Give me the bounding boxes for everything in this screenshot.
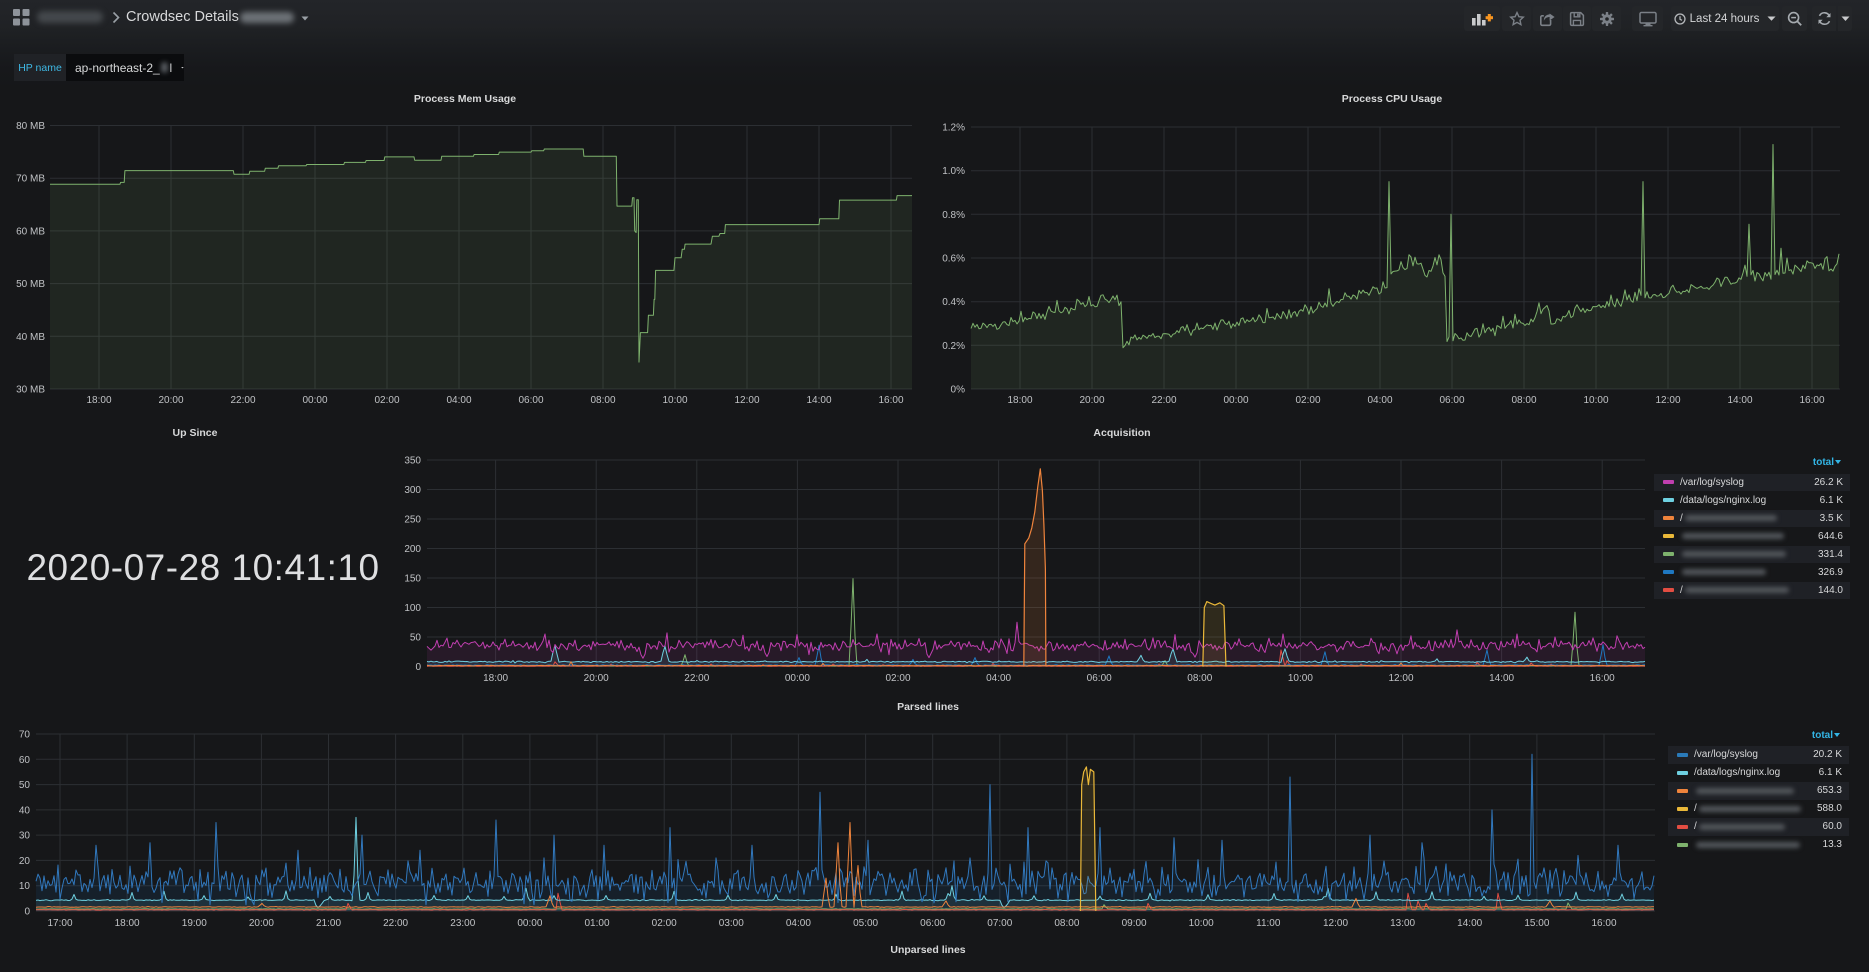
svg-text:04:00: 04:00: [786, 918, 811, 929]
svg-text:16:00: 16:00: [878, 395, 903, 406]
svg-text:250: 250: [404, 515, 421, 526]
svg-text:08:00: 08:00: [1054, 918, 1079, 929]
svg-text:0.6%: 0.6%: [942, 254, 965, 265]
svg-text:00:00: 00:00: [302, 395, 327, 406]
svg-text:12:00: 12:00: [1388, 673, 1413, 684]
svg-text:22:00: 22:00: [383, 918, 408, 929]
svg-text:19:00: 19:00: [182, 918, 207, 929]
svg-text:10:00: 10:00: [1288, 673, 1313, 684]
svg-text:00:00: 00:00: [517, 918, 542, 929]
svg-text:70: 70: [19, 730, 31, 741]
svg-text:20: 20: [19, 856, 31, 867]
svg-text:00:00: 00:00: [1223, 395, 1248, 406]
svg-text:0.2%: 0.2%: [942, 341, 965, 352]
svg-text:22:00: 22:00: [230, 395, 255, 406]
svg-text:14:00: 14:00: [806, 395, 831, 406]
svg-text:12:00: 12:00: [734, 395, 759, 406]
svg-text:30 MB: 30 MB: [16, 385, 45, 396]
svg-text:12:00: 12:00: [1655, 395, 1680, 406]
svg-text:10:00: 10:00: [662, 395, 687, 406]
svg-text:18:00: 18:00: [86, 395, 111, 406]
svg-text:16:00: 16:00: [1590, 673, 1615, 684]
svg-text:06:00: 06:00: [1439, 395, 1464, 406]
svg-text:16:00: 16:00: [1799, 395, 1824, 406]
svg-text:02:00: 02:00: [1295, 395, 1320, 406]
svg-text:09:00: 09:00: [1122, 918, 1147, 929]
svg-text:200: 200: [404, 544, 421, 555]
svg-text:350: 350: [404, 456, 421, 467]
svg-text:10:00: 10:00: [1189, 918, 1214, 929]
svg-text:04:00: 04:00: [446, 395, 471, 406]
svg-text:18:00: 18:00: [483, 673, 508, 684]
svg-text:60 MB: 60 MB: [16, 226, 45, 237]
svg-text:1.2%: 1.2%: [942, 123, 965, 134]
svg-text:80 MB: 80 MB: [16, 121, 45, 132]
svg-text:0%: 0%: [951, 385, 966, 396]
svg-text:06:00: 06:00: [920, 918, 945, 929]
svg-text:03:00: 03:00: [719, 918, 744, 929]
svg-text:0: 0: [415, 662, 421, 673]
svg-text:13:00: 13:00: [1390, 918, 1415, 929]
svg-text:40: 40: [19, 805, 31, 816]
svg-text:14:00: 14:00: [1457, 918, 1482, 929]
svg-text:14:00: 14:00: [1727, 395, 1752, 406]
svg-text:10: 10: [19, 881, 31, 892]
svg-text:300: 300: [404, 485, 421, 496]
svg-text:10:00: 10:00: [1583, 395, 1608, 406]
svg-text:00:00: 00:00: [785, 673, 810, 684]
svg-text:18:00: 18:00: [115, 918, 140, 929]
svg-text:04:00: 04:00: [1367, 395, 1392, 406]
svg-text:0: 0: [24, 907, 30, 918]
svg-text:50: 50: [19, 780, 31, 791]
svg-text:20:00: 20:00: [584, 673, 609, 684]
svg-text:05:00: 05:00: [853, 918, 878, 929]
svg-text:22:00: 22:00: [684, 673, 709, 684]
svg-text:06:00: 06:00: [518, 395, 543, 406]
svg-text:16:00: 16:00: [1591, 918, 1616, 929]
svg-text:18:00: 18:00: [1007, 395, 1032, 406]
svg-text:100: 100: [404, 603, 421, 614]
svg-text:23:00: 23:00: [450, 918, 475, 929]
svg-text:0.8%: 0.8%: [942, 210, 965, 221]
svg-text:12:00: 12:00: [1323, 918, 1348, 929]
svg-text:17:00: 17:00: [47, 918, 72, 929]
svg-text:15:00: 15:00: [1524, 918, 1549, 929]
svg-text:30: 30: [19, 831, 31, 842]
svg-text:08:00: 08:00: [1187, 673, 1212, 684]
svg-text:21:00: 21:00: [316, 918, 341, 929]
svg-text:08:00: 08:00: [1511, 395, 1536, 406]
svg-text:01:00: 01:00: [584, 918, 609, 929]
svg-text:50 MB: 50 MB: [16, 279, 45, 290]
svg-text:20:00: 20:00: [1079, 395, 1104, 406]
svg-text:14:00: 14:00: [1489, 673, 1514, 684]
svg-text:02:00: 02:00: [374, 395, 399, 406]
svg-text:07:00: 07:00: [987, 918, 1012, 929]
svg-text:150: 150: [404, 574, 421, 585]
svg-text:22:00: 22:00: [1151, 395, 1176, 406]
svg-text:06:00: 06:00: [1087, 673, 1112, 684]
svg-text:70 MB: 70 MB: [16, 174, 45, 185]
svg-text:50: 50: [410, 633, 422, 644]
svg-text:1.0%: 1.0%: [942, 166, 965, 177]
svg-text:20:00: 20:00: [249, 918, 274, 929]
svg-text:11:00: 11:00: [1256, 918, 1281, 929]
svg-text:40 MB: 40 MB: [16, 332, 45, 343]
svg-text:60: 60: [19, 755, 31, 766]
svg-text:04:00: 04:00: [986, 673, 1011, 684]
svg-text:02:00: 02:00: [885, 673, 910, 684]
svg-text:0.4%: 0.4%: [942, 297, 965, 308]
svg-text:02:00: 02:00: [652, 918, 677, 929]
svg-text:08:00: 08:00: [590, 395, 615, 406]
svg-text:20:00: 20:00: [158, 395, 183, 406]
